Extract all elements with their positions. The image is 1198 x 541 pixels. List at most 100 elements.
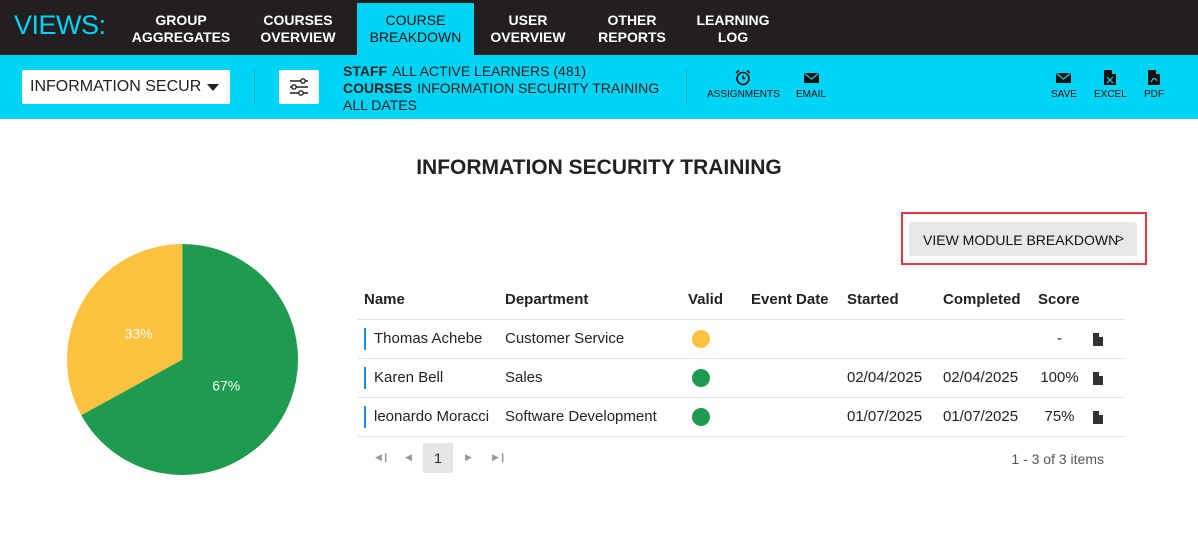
document-icon[interactable] <box>1093 371 1103 385</box>
column-header-name[interactable]: Name <box>358 281 499 320</box>
email-label: EMAIL <box>796 89 827 100</box>
page-title: INFORMATION SECURITY TRAINING <box>416 156 782 179</box>
column-header-event-date[interactable]: Event Date <box>745 281 841 320</box>
next-page-icon[interactable]: ▶ <box>465 452 472 463</box>
pdf-file-icon <box>1148 70 1160 85</box>
pdf-label: PDF <box>1144 89 1164 100</box>
filter-staff-value: ALL ACTIVE LEARNERS (481) <box>392 63 587 79</box>
pagination-info: 1 - 3 of 3 items <box>1011 451 1104 467</box>
table-row[interactable]: leonardo Moracci Software Development 01… <box>358 397 1125 437</box>
caret-down-icon <box>207 84 219 91</box>
tab-label-line1: USER <box>508 12 548 28</box>
tab-other-reports[interactable]: OTHER REPORTS <box>590 3 674 55</box>
excel-export-button[interactable]: EXCEL <box>1094 69 1127 100</box>
tab-label-line2: OVERVIEW <box>490 29 566 45</box>
course-select[interactable]: INFORMATION SECUR <box>22 70 230 104</box>
sliders-icon <box>290 78 308 96</box>
started-date: 02/04/2025 <box>841 358 937 398</box>
chevron-right-icon: > <box>1116 231 1124 246</box>
save-button[interactable]: SAVE <box>1051 69 1077 100</box>
tab-label-line2: BREAKDOWN <box>369 29 462 45</box>
valid-status-dot <box>692 407 710 426</box>
tab-courses-overview[interactable]: COURSES OVERVIEW <box>249 3 347 55</box>
tab-label-line1: COURSE <box>385 12 446 28</box>
score-value: 100% <box>1032 358 1087 398</box>
column-header-completed[interactable]: Completed <box>937 281 1032 320</box>
tab-user-overview[interactable]: USER OVERVIEW <box>484 3 572 55</box>
valid-status-dot <box>692 368 710 387</box>
filter-staff-line: STAFF ALL ACTIVE LEARNERS (481) <box>343 63 659 80</box>
table-header-row: Name Department Valid Event Date Started… <box>358 281 1125 320</box>
valid-status-dot <box>692 329 710 348</box>
learner-department: Software Development <box>499 397 682 437</box>
learner-department: Customer Service <box>499 319 682 359</box>
tab-learning-log[interactable]: LEARNING LOG <box>690 3 776 55</box>
top-navigation: VIEWS: GROUP AGGREGATES COURSES OVERVIEW… <box>0 0 1198 55</box>
report-toolbar: INFORMATION SECUR STAFF ALL ACTIVE LEARNE… <box>0 55 1198 119</box>
column-header-actions <box>1087 281 1125 320</box>
pie-slice-label: 67% <box>212 377 240 393</box>
assignments-button[interactable]: ASSIGNMENTS <box>707 69 780 100</box>
excel-label: EXCEL <box>1094 89 1127 100</box>
tab-label-line2: LOG <box>717 29 749 45</box>
page-number-button[interactable]: 1 <box>423 443 453 473</box>
tab-course-breakdown[interactable]: COURSE BREAKDOWN <box>357 3 474 55</box>
view-module-breakdown-label: VIEW MODULE BREAKDOWN <box>923 232 1119 248</box>
filter-courses-line: COURSES INFORMATION SECURITY TRAINING <box>343 80 659 97</box>
tab-label-line1: LEARNING <box>696 12 770 28</box>
learners-table: Name Department Valid Event Date Started… <box>358 281 1125 437</box>
column-header-department[interactable]: Department <box>499 281 682 320</box>
document-icon[interactable] <box>1093 332 1103 346</box>
tab-group-aggregates[interactable]: GROUP AGGREGATES <box>121 3 241 55</box>
views-label: VIEWS: <box>14 10 106 40</box>
filter-staff-key: STAFF <box>343 63 388 79</box>
table-row[interactable]: Karen Bell Sales 02/04/2025 02/04/2025 1… <box>358 358 1125 398</box>
started-date <box>841 319 937 359</box>
filter-summary: STAFF ALL ACTIVE LEARNERS (481) COURSES IN… <box>343 63 659 114</box>
course-select-value: INFORMATION SECUR <box>30 78 202 95</box>
excel-file-icon <box>1104 70 1117 85</box>
tab-label-line1: COURSES <box>263 12 333 28</box>
filter-dates-line: ALL DATES <box>343 97 417 113</box>
column-header-score[interactable]: Score <box>1032 281 1087 320</box>
previous-page-icon[interactable]: ◀ <box>405 452 412 463</box>
pagination: ◀❙ ◀ 1 ▶ ▶❙ 1 - 3 of 3 items <box>358 437 1125 477</box>
score-value: 75% <box>1032 397 1087 437</box>
save-label: SAVE <box>1051 89 1077 100</box>
email-button[interactable]: EMAIL <box>796 69 826 100</box>
learner-name[interactable]: leonardo Moracci <box>364 405 489 428</box>
tab-label-line2: AGGREGATES <box>131 29 231 45</box>
column-header-started[interactable]: Started <box>841 281 937 320</box>
completed-date <box>937 319 1032 359</box>
envelope-icon <box>803 73 819 83</box>
tab-label-line2: OVERVIEW <box>260 29 336 45</box>
first-page-icon[interactable]: ◀❙ <box>375 452 389 463</box>
pie-slice-label: 33% <box>125 326 153 342</box>
envelope-icon <box>1056 73 1072 83</box>
document-icon[interactable] <box>1093 410 1103 424</box>
pdf-export-button[interactable]: PDF <box>1144 69 1164 100</box>
event-date <box>745 358 841 398</box>
last-page-icon[interactable]: ▶❙ <box>492 452 506 463</box>
column-header-valid[interactable]: Valid <box>682 281 745 320</box>
filter-settings-button[interactable] <box>279 70 319 104</box>
tab-label-line1: GROUP <box>155 12 207 28</box>
filter-courses-key: COURSES <box>343 80 413 96</box>
tab-label-line1: OTHER <box>607 12 657 28</box>
learner-name[interactable]: Karen Bell <box>364 366 443 389</box>
table-row[interactable]: Thomas Achebe Customer Service - <box>358 319 1125 359</box>
tab-label-line2: REPORTS <box>598 29 666 45</box>
toolbar-divider <box>686 69 687 105</box>
event-date <box>745 319 841 359</box>
alarm-clock-icon <box>735 69 751 86</box>
completion-pie-chart: 67% 33% <box>67 244 298 475</box>
started-date: 01/07/2025 <box>841 397 937 437</box>
learner-name[interactable]: Thomas Achebe <box>364 327 482 350</box>
toolbar-divider <box>254 69 255 105</box>
view-module-breakdown-button[interactable]: VIEW MODULE BREAKDOWN > <box>909 222 1137 256</box>
completed-date: 02/04/2025 <box>937 358 1032 398</box>
filter-courses-value: INFORMATION SECURITY TRAINING <box>417 80 660 96</box>
assignments-label: ASSIGNMENTS <box>707 89 780 100</box>
learner-department: Sales <box>499 358 682 398</box>
pie-chart-svg: 67% 33% <box>67 244 298 475</box>
